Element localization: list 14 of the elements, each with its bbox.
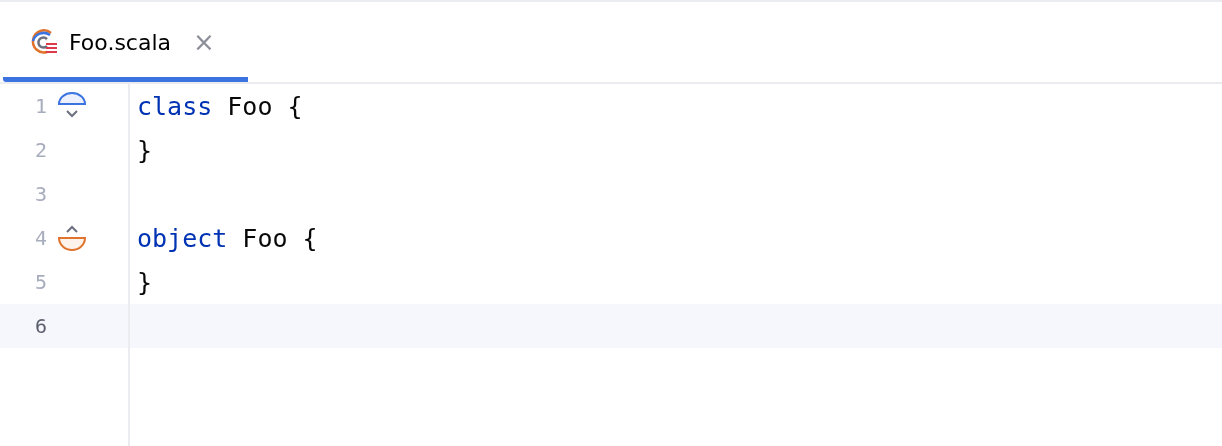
line-number: 1 xyxy=(33,94,47,118)
line-number: 4 xyxy=(33,226,47,250)
editor-tab[interactable]: Foo.scala × xyxy=(3,2,248,82)
object-fold-icon[interactable] xyxy=(57,223,87,253)
line-number: 3 xyxy=(33,182,47,206)
line-number: 2 xyxy=(33,138,47,162)
class-fold-icon[interactable] xyxy=(57,92,87,120)
scala-file-icon xyxy=(29,27,59,57)
code-line: } xyxy=(136,135,153,165)
code-line: class Foo { xyxy=(136,91,303,121)
code-line: object Foo { xyxy=(136,223,318,253)
code-line: } xyxy=(136,267,153,297)
line-number: 5 xyxy=(33,270,47,294)
line-number: 6 xyxy=(33,314,47,338)
